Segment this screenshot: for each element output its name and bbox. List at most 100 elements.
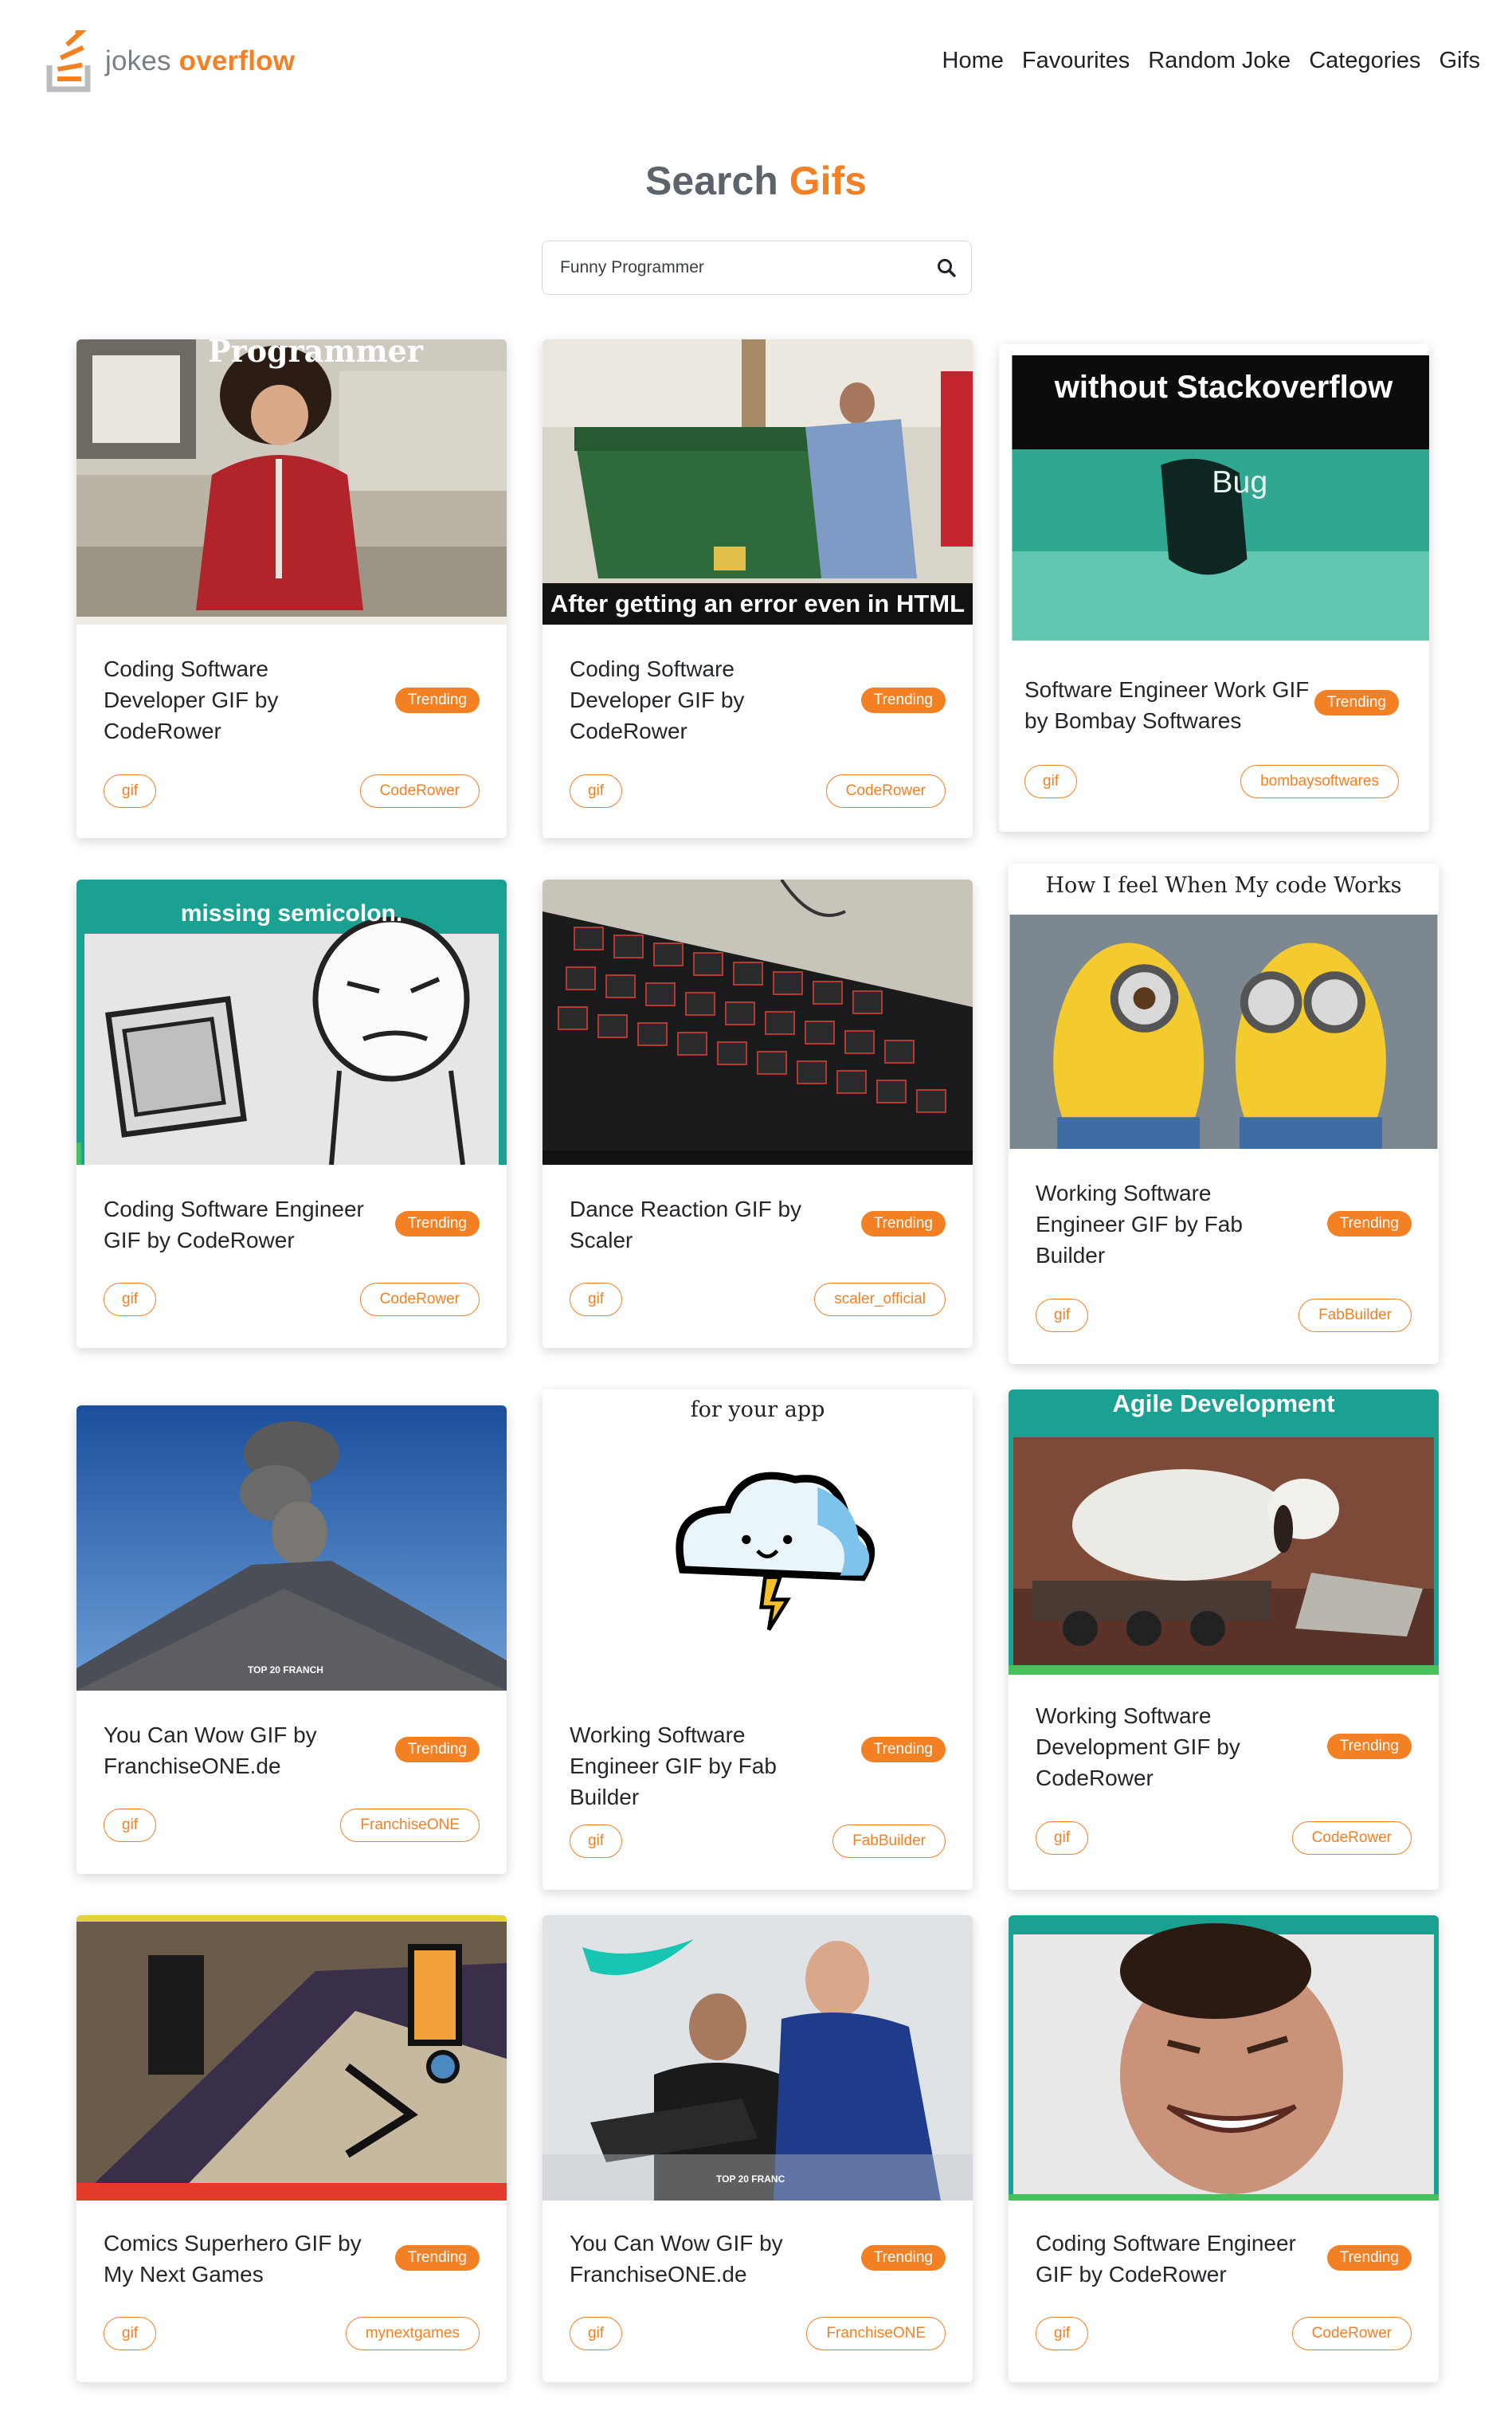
thumb-overlay-text: Programmer bbox=[208, 339, 423, 369]
dog-train-image bbox=[1009, 1389, 1439, 1675]
gif-tag[interactable]: gif bbox=[104, 1283, 157, 1316]
gif-thumbnail[interactable]: TOP 20 FRANC bbox=[543, 1915, 973, 2201]
gif-thumbnail[interactable]: How I feel When My code Works bbox=[1009, 864, 1439, 1150]
gif-tag[interactable]: gif bbox=[104, 774, 157, 808]
gif-thumbnail[interactable] bbox=[543, 880, 973, 1165]
gif-title: You Can Wow GIF by FranchiseONE.de bbox=[104, 1722, 317, 1778]
gif-tag[interactable]: gif bbox=[570, 1824, 623, 1858]
gif-tag[interactable]: gif bbox=[1036, 1821, 1089, 1855]
gif-tag[interactable]: gif bbox=[570, 1283, 623, 1316]
stack-logo-icon bbox=[46, 30, 91, 92]
gif-title: Working Software Engineer GIF by Fab Bui… bbox=[570, 1722, 777, 1809]
cloud-image bbox=[554, 1389, 961, 1675]
trending-badge: Trending bbox=[860, 2245, 946, 2271]
gif-card[interactable]: Coding Software Engineer GIF by CodeRowe… bbox=[1009, 1915, 1439, 2382]
nav-menu: Home Favourites Random Joke Categories G… bbox=[924, 48, 1481, 74]
trending-badge: Trending bbox=[1326, 2245, 1412, 2271]
search-input[interactable] bbox=[560, 241, 911, 294]
trending-badge: Trending bbox=[860, 688, 946, 713]
brand-logo[interactable]: jokes overflow bbox=[46, 30, 295, 92]
gif-card[interactable]: Bug without Stackoverflow Software Engin… bbox=[999, 344, 1429, 832]
trending-badge: Trending bbox=[1326, 1734, 1412, 1759]
gif-card[interactable]: Comics Superhero GIF by My Next Games Tr… bbox=[76, 1915, 507, 2382]
gif-tag[interactable]: gif bbox=[104, 2317, 157, 2350]
gif-title: You Can Wow GIF by FranchiseONE.de bbox=[570, 2231, 783, 2287]
gif-user-tag[interactable]: mynextgames bbox=[345, 2317, 480, 2350]
gif-user-tag[interactable]: CodeRower bbox=[359, 774, 480, 808]
gif-card[interactable]: Dance Reaction GIF by Scaler Trending gi… bbox=[543, 880, 973, 1348]
gif-title: Coding Software Engineer GIF by CodeRowe… bbox=[104, 1197, 364, 1252]
gif-user-tag[interactable]: CodeRower bbox=[825, 774, 946, 808]
top-navbar: jokes overflow Home Favourites Random Jo… bbox=[0, 0, 1512, 127]
search-icon[interactable] bbox=[936, 257, 957, 278]
trending-badge: Trending bbox=[394, 1737, 480, 1762]
gif-tag[interactable]: gif bbox=[570, 774, 623, 808]
gif-card[interactable]: How I feel When My code Works Working So… bbox=[1009, 864, 1439, 1364]
gif-card[interactable]: After getting an error even in HTML Codi… bbox=[543, 339, 973, 838]
gif-user-tag[interactable]: CodeRower bbox=[1291, 1821, 1412, 1855]
gif-user-tag[interactable]: scaler_official bbox=[814, 1283, 946, 1316]
nav-favourites[interactable]: Favourites bbox=[1022, 48, 1130, 74]
trending-badge: Trending bbox=[394, 2245, 480, 2271]
trending-badge: Trending bbox=[860, 1211, 946, 1237]
gif-thumbnail[interactable]: Bug without Stackoverflow bbox=[1009, 355, 1429, 645]
trending-badge: Trending bbox=[394, 1211, 480, 1237]
gif-user-tag[interactable]: FabBuilder bbox=[1299, 1299, 1412, 1332]
trending-badge: Trending bbox=[860, 1737, 946, 1762]
brand-name: jokes overflow bbox=[105, 45, 296, 76]
gif-card[interactable]: for your app Working Software Engineer G… bbox=[543, 1389, 973, 1890]
svg-text:Bug: Bug bbox=[1212, 464, 1267, 500]
gif-card[interactable]: TOP 20 FRANCH You Can Wow GIF by Franchi… bbox=[76, 1405, 507, 1874]
gif-tag[interactable]: gif bbox=[570, 2317, 623, 2350]
nav-random-joke[interactable]: Random Joke bbox=[1148, 48, 1291, 74]
trending-badge: Trending bbox=[394, 688, 480, 713]
gif-thumbnail[interactable]: missing semicolon. bbox=[76, 880, 507, 1165]
gif-user-tag[interactable]: CodeRower bbox=[1291, 2317, 1412, 2350]
gif-tag[interactable]: gif bbox=[1036, 2317, 1089, 2350]
thumb-overlay-text: Agile Development bbox=[1112, 1389, 1335, 1417]
trending-badge: Trending bbox=[1314, 690, 1399, 715]
gif-title: Comics Superhero GIF by My Next Games bbox=[104, 2231, 362, 2287]
gif-card[interactable]: Agile Development Working Software Devel… bbox=[1009, 1389, 1439, 1890]
gif-thumbnail[interactable] bbox=[76, 1915, 507, 2201]
gif-tag[interactable]: gif bbox=[104, 1809, 157, 1842]
gif-title: Coding Software Developer GIF by CodeRow… bbox=[570, 656, 745, 743]
trending-badge: Trending bbox=[1326, 1211, 1412, 1237]
thumb-overlay-text: for your app bbox=[690, 1397, 825, 1422]
thumb-overlay-text: TOP 20 FRANC bbox=[716, 2173, 785, 2185]
gif-thumbnail[interactable]: After getting an error even in HTML bbox=[543, 339, 973, 625]
gif-tag[interactable]: gif bbox=[1036, 1299, 1089, 1332]
search-bar bbox=[542, 241, 972, 295]
dumpster-image bbox=[543, 339, 973, 625]
gif-user-tag[interactable]: bombaysoftwares bbox=[1240, 765, 1399, 798]
laughing-man-image bbox=[1009, 1915, 1439, 2201]
page-title: Search Gifs bbox=[645, 159, 867, 203]
prosthetic-arm-image bbox=[543, 1915, 973, 2201]
gif-thumbnail[interactable]: Agile Development bbox=[1009, 1389, 1439, 1675]
gif-title: Coding Software Engineer GIF by CodeRowe… bbox=[1036, 2231, 1296, 2287]
gif-title: Working Software Development GIF by Code… bbox=[1036, 1703, 1240, 1790]
gif-thumbnail[interactable] bbox=[1009, 1915, 1439, 2201]
gif-user-tag[interactable]: FabBuilder bbox=[832, 1824, 946, 1858]
thumb-caption: After getting an error even in HTML bbox=[543, 583, 973, 625]
nav-categories[interactable]: Categories bbox=[1309, 48, 1420, 74]
nav-gifs[interactable]: Gifs bbox=[1439, 48, 1480, 74]
gif-card[interactable]: TOP 20 FRANC You Can Wow GIF by Franchis… bbox=[543, 1915, 973, 2382]
gif-title: Coding Software Developer GIF by CodeRow… bbox=[104, 656, 279, 743]
thumb-overlay-text: How I feel When My code Works bbox=[1009, 864, 1439, 915]
thumb-overlay-text: missing semicolon. bbox=[180, 900, 403, 927]
gif-user-tag[interactable]: CodeRower bbox=[359, 1283, 480, 1316]
gif-tag[interactable]: gif bbox=[1024, 765, 1078, 798]
gif-user-tag[interactable]: FranchiseONE bbox=[806, 2317, 946, 2350]
gif-card[interactable]: missing semicolon. Coding Software Engin… bbox=[76, 880, 507, 1348]
gif-thumbnail[interactable]: for your app bbox=[543, 1389, 973, 1692]
gif-title: Dance Reaction GIF by Scaler bbox=[570, 1197, 802, 1252]
gif-thumbnail[interactable]: TOP 20 FRANCH bbox=[76, 1405, 507, 1691]
volcano-image bbox=[76, 1405, 507, 1691]
person-dancing-image bbox=[76, 339, 507, 625]
thumb-overlay-text: TOP 20 FRANCH bbox=[248, 1664, 323, 1675]
gif-user-tag[interactable]: FranchiseONE bbox=[340, 1809, 480, 1842]
nav-home[interactable]: Home bbox=[942, 48, 1004, 74]
gif-card[interactable]: Coding Software Developer GIF by CodeRow… bbox=[76, 339, 507, 838]
gif-thumbnail[interactable] bbox=[76, 339, 507, 625]
